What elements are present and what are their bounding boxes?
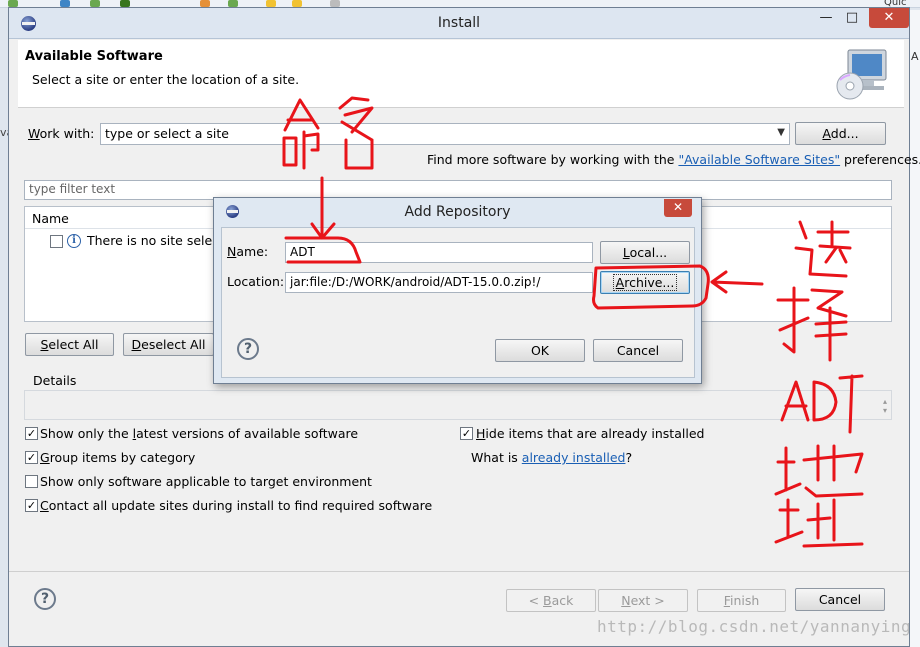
finish-button[interactable]: Finish [697, 589, 786, 612]
column-name[interactable]: Name [32, 211, 69, 226]
dialog-title: Add Repository [404, 204, 511, 220]
dialog-ok-button[interactable]: OK [495, 339, 585, 362]
install-cd-icon [836, 49, 887, 100]
ide-right-letter: A [911, 50, 919, 63]
toolbar-icon [60, 0, 70, 7]
toolbar-icon [330, 0, 340, 7]
option-contact-sites-label: Contact all update sites during install … [40, 498, 433, 513]
help-icon[interactable]: ? [34, 588, 56, 610]
work-with-combo[interactable]: type or select a site ▼ [100, 123, 790, 145]
minimize-button[interactable]: — [813, 10, 839, 30]
hide-installed-checkbox[interactable]: ✓ [460, 427, 473, 440]
dialog-cancel-button[interactable]: Cancel [593, 339, 683, 362]
hide-installed-label: Hide items that are already installed [476, 426, 705, 441]
footer-separator [9, 571, 909, 572]
location-input[interactable]: jar:file:/D:/WORK/android/ADT-15.0.0.zip… [285, 272, 593, 293]
dialog-body: Name: ADT Local... Location: jar:file:/D… [221, 227, 695, 378]
add-repository-dialog: Add Repository ✕ Name: ADT Local... Loca… [213, 197, 702, 384]
wizard-header: Available Software Select a site or ente… [18, 40, 904, 108]
toolbar-icon [120, 0, 130, 7]
scroll-arrows-icon[interactable]: ▴ ▾ [883, 397, 887, 415]
toolbar-icon [228, 0, 238, 7]
next-button[interactable]: Next > [598, 589, 688, 612]
maximize-button[interactable]: □ [839, 10, 865, 30]
title-bar: Install — □ ✕ [9, 8, 909, 39]
what-is-installed-text: What is already installed? [471, 450, 633, 465]
window-title: Install [437, 15, 481, 31]
option-latest-label: Show only the latest versions of availab… [40, 426, 359, 441]
name-label: Name: [227, 244, 269, 259]
toolbar-icon [200, 0, 210, 7]
option-target-env-checkbox[interactable] [25, 475, 38, 488]
option-target-env-label: Show only software applicable to target … [40, 474, 372, 489]
page-subtitle: Select a site or enter the location of a… [32, 72, 300, 87]
back-button[interactable]: < Back [506, 589, 596, 612]
dialog-close-button[interactable]: ✕ [664, 199, 692, 217]
deselect-all-button[interactable]: Deselect All [123, 333, 214, 356]
toolbar-icon [8, 0, 18, 7]
chevron-down-icon[interactable]: ▼ [777, 127, 785, 138]
already-installed-link[interactable]: already installed [522, 450, 626, 465]
find-more-text: Find more software by working with the "… [427, 152, 920, 167]
details-label: Details [33, 373, 77, 388]
option-latest-checkbox[interactable]: ✓ [25, 427, 38, 440]
option-group-checkbox[interactable]: ✓ [25, 451, 38, 464]
close-button[interactable]: ✕ [869, 8, 909, 28]
site-checkbox[interactable] [50, 235, 63, 248]
select-all-button[interactable]: Select All [25, 333, 114, 356]
info-icon: i [67, 234, 81, 248]
local-button[interactable]: Local... [600, 241, 690, 264]
details-area: ▴ ▾ [24, 390, 892, 420]
toolbar-icon [266, 0, 276, 7]
dialog-help-icon[interactable]: ? [237, 338, 259, 360]
page-title: Available Software [25, 49, 163, 64]
archive-button[interactable]: Archive... [600, 271, 690, 294]
watermark-text: http://blog.csdn.net/yannanying [597, 617, 912, 636]
toolbar-icon [90, 0, 100, 7]
add-site-button[interactable]: Add... [795, 122, 886, 145]
cancel-button[interactable]: Cancel [795, 588, 885, 611]
toolbar-icon [292, 0, 302, 7]
available-sites-link[interactable]: "Available Software Sites" [678, 152, 840, 167]
work-with-value: type or select a site [105, 126, 229, 141]
option-group-label: Group items by category [40, 450, 196, 465]
work-with-label: Work with: [28, 126, 95, 141]
name-input[interactable]: ADT [285, 242, 593, 263]
table-empty-message: There is no site select [87, 233, 224, 248]
option-contact-sites-checkbox[interactable]: ✓ [25, 499, 38, 512]
location-label: Location: [227, 274, 285, 289]
